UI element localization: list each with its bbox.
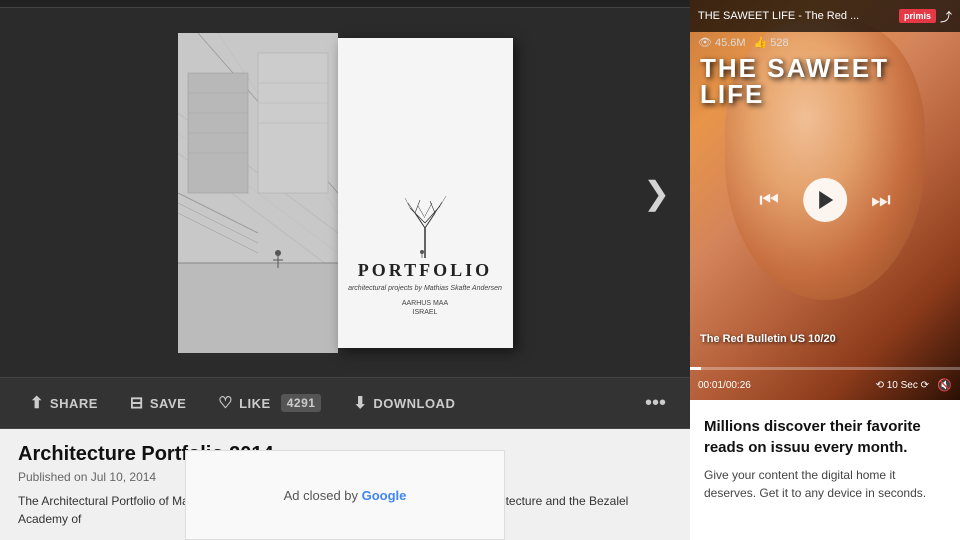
video-title: THE SAWEET LIFE - The Red ...	[698, 10, 895, 22]
forward-button[interactable]: ⏭	[871, 187, 891, 213]
eye-icon: 👁	[698, 36, 712, 49]
play-icon	[820, 191, 834, 209]
current-time: 00:01	[698, 380, 723, 391]
video-bottom-right: ⟲ 10 Sec ⟳ 🔇	[876, 378, 952, 392]
tree-area	[368, 178, 483, 258]
rewind-button[interactable]: ⏮	[759, 187, 779, 213]
saweet-life-title: THE SAWEET LIFE	[700, 55, 950, 107]
video-speed: ⟲ 10 Sec ⟳	[876, 380, 929, 391]
doc-viewer: PORTFOLIO architectural projects by Math…	[0, 8, 690, 377]
likes-value: 528	[770, 37, 788, 49]
video-progress-bar[interactable]	[690, 367, 960, 370]
primis-badge: primis	[899, 9, 936, 23]
sidebar: THE SAWEET LIFE - The Red ... primis ⤴ 👁…	[690, 0, 960, 540]
next-arrow-button[interactable]: ❯	[643, 174, 670, 212]
speed-label: 10 Sec	[887, 380, 918, 391]
share-video-icon[interactable]: ⤴	[940, 8, 952, 25]
video-controls-overlay: ⏮ ⏭	[759, 178, 891, 222]
like-count: 4291	[281, 394, 322, 412]
portfolio-title: PORTFOLIO	[358, 260, 492, 281]
thumb-icon: 👍	[754, 36, 768, 49]
ad-closed-text: Ad closed by Google	[284, 488, 407, 503]
download-icon: ⬇	[353, 393, 367, 413]
download-label: DOWNLOAD	[373, 396, 455, 411]
ad-text: Ad closed by	[284, 488, 362, 503]
share-button[interactable]: ⬆ SHARE	[16, 387, 112, 419]
main-panel: PORTFOLIO architectural projects by Math…	[0, 0, 690, 540]
video-progress-fill	[690, 367, 701, 370]
info-section: Architecture Portfolio 2014 Published on…	[0, 429, 690, 540]
video-time: 00:01/00:26	[698, 380, 751, 391]
share-label: SHARE	[50, 396, 98, 411]
views-value: 45.6M	[715, 37, 746, 49]
video-top-icons: ⤴	[940, 8, 952, 25]
google-logo: Google	[362, 488, 407, 503]
heart-icon: ♡	[218, 393, 233, 413]
mute-icon[interactable]: 🔇	[937, 378, 952, 392]
promo-headline: Millions discover their favorite reads o…	[704, 416, 946, 458]
share-icon: ⬆	[30, 393, 44, 413]
video-bottom-bar: 00:01/00:26 ⟲ 10 Sec ⟳ 🔇	[698, 378, 952, 392]
like-count: 👍 528	[754, 36, 789, 49]
video-top-bar: THE SAWEET LIFE - The Red ... primis ⤴	[690, 0, 960, 32]
red-bulletin-label: The Red Bulletin US 10/20	[700, 333, 836, 345]
toolbar: ⬆ SHARE ⊟ SAVE ♡ LIKE 4291 ⬇ DOWNLOAD ••…	[0, 377, 690, 429]
video-stats: 👁 45.6M 👍 528	[698, 36, 789, 49]
like-button[interactable]: ♡ LIKE 4291	[204, 387, 335, 419]
top-bar	[0, 0, 690, 8]
more-button[interactable]: •••	[637, 388, 674, 419]
like-label: LIKE	[239, 396, 271, 411]
total-time: 00:26	[726, 380, 751, 391]
play-button[interactable]	[803, 178, 847, 222]
save-button[interactable]: ⊟ SAVE	[116, 387, 200, 419]
download-button[interactable]: ⬇ DOWNLOAD	[339, 387, 469, 419]
promo-section: Millions discover their favorite reads o…	[690, 400, 960, 540]
promo-text: Give your content the digital home it de…	[704, 466, 946, 502]
doc-pages: PORTFOLIO architectural projects by Math…	[178, 23, 513, 363]
ad-overlay: Ad closed by Google	[185, 450, 505, 540]
portfolio-subtitle: architectural projects by Mathias Skafte…	[348, 285, 502, 292]
save-icon: ⊟	[130, 393, 144, 413]
view-count: 👁 45.6M	[698, 36, 746, 49]
save-label: SAVE	[150, 396, 186, 411]
portfolio-year: ISRAEL	[413, 309, 438, 316]
page-right: PORTFOLIO architectural projects by Math…	[338, 38, 513, 348]
page-left	[178, 33, 338, 353]
portfolio-author: AARHUS MAA	[402, 300, 448, 307]
video-panel: THE SAWEET LIFE - The Red ... primis ⤴ 👁…	[690, 0, 960, 400]
